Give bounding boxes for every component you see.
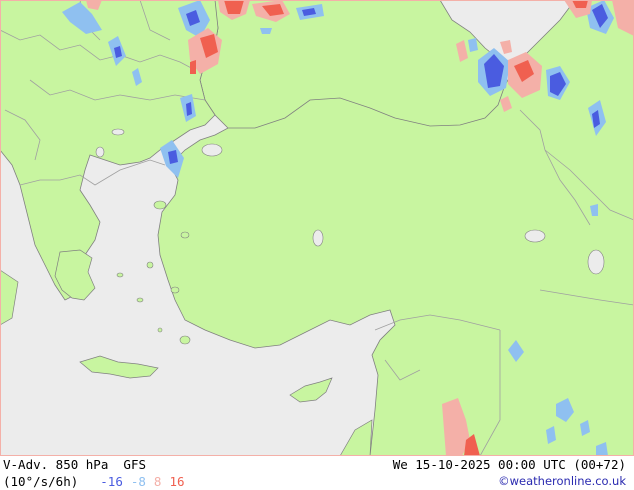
credit-link[interactable]: ©weatheronline.co.uk	[498, 474, 626, 488]
legend-value-neg8: -8	[130, 474, 146, 489]
model-name: GFS	[123, 457, 146, 472]
valid-time: We 15-10-2025 00:00 UTC (00+72)	[392, 457, 626, 472]
legend-value-pos8: 8	[153, 474, 162, 489]
legend-value-pos16: 16	[169, 474, 185, 489]
legend-value-neg16: -16	[100, 474, 123, 489]
units-label: (10°/s/6h)	[3, 474, 79, 489]
field-name: V-Adv. 850 hPa	[3, 457, 109, 472]
legend-bar: V-Adv. 850 hPa GFS (10°/s/6h) -16 -8 8 16 We…	[0, 456, 634, 490]
chart-title: V-Adv. 850 hPa GFS	[3, 457, 146, 472]
units-and-scale: (10°/s/6h) -16 -8 8 16	[3, 474, 193, 489]
weather-map	[0, 0, 634, 456]
